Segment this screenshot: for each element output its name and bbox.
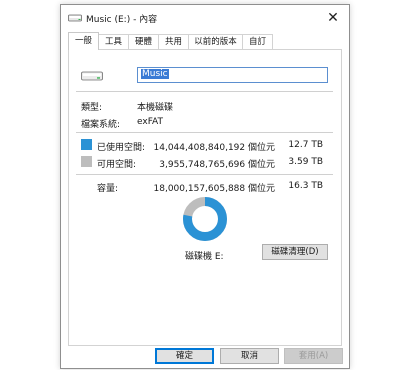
drive-name-input[interactable]: Music	[137, 67, 328, 83]
filesystem-value: exFAT	[137, 117, 164, 127]
cancel-button[interactable]: 取消	[220, 348, 279, 364]
tab-hardware[interactable]: 硬體	[128, 34, 159, 49]
close-button[interactable]: ✕	[323, 8, 343, 28]
window-title: Music (E:) - 內容	[86, 15, 158, 25]
usage-donut-chart	[183, 197, 227, 241]
drive-icon	[81, 71, 103, 81]
separator	[76, 132, 333, 133]
type-label: 類型:	[81, 103, 103, 113]
tab-tools[interactable]: 工具	[98, 34, 129, 49]
used-space-size: 12.7 TB	[288, 140, 323, 150]
free-space-size: 3.59 TB	[288, 157, 323, 167]
separator	[76, 91, 333, 92]
type-value: 本機磁碟	[137, 103, 174, 113]
capacity-bytes: 18,000,157,605,888 個位元	[153, 184, 275, 194]
tab-general[interactable]: 一般	[68, 32, 99, 50]
drive-label: 磁碟機 E:	[185, 252, 224, 262]
tab-customize[interactable]: 自訂	[242, 34, 273, 49]
tab-previous-versions[interactable]: 以前的版本	[188, 34, 243, 49]
free-space-swatch	[81, 156, 92, 167]
free-space-label: 可用空間:	[97, 160, 137, 170]
capacity-label: 容量:	[97, 184, 119, 194]
general-panel: Music 類型: 本機磁碟 檔案系統: exFAT 已使用空間: 14,044…	[68, 49, 342, 346]
apply-button[interactable]: 套用(A)	[284, 348, 343, 364]
filesystem-label: 檔案系統:	[81, 120, 121, 130]
capacity-size: 16.3 TB	[288, 181, 323, 191]
ok-button[interactable]: 確定	[155, 348, 214, 364]
drive-icon	[68, 14, 82, 22]
title-bar: Music (E:) - 內容 ✕	[61, 5, 349, 31]
properties-dialog: Music (E:) - 內容 ✕ 一般 工具 硬體 共用 以前的版本 自訂 M…	[60, 4, 350, 369]
used-space-bytes: 14,044,408,840,192 個位元	[153, 143, 275, 153]
separator	[76, 174, 333, 175]
used-space-swatch	[81, 139, 92, 150]
disk-cleanup-button[interactable]: 磁碟清理(D)	[262, 244, 328, 260]
close-icon: ✕	[327, 10, 339, 26]
free-space-bytes: 3,955,748,765,696 個位元	[159, 160, 275, 170]
used-space-label: 已使用空間:	[97, 143, 146, 153]
tab-sharing[interactable]: 共用	[158, 34, 189, 49]
drive-name-value: Music	[141, 69, 169, 79]
